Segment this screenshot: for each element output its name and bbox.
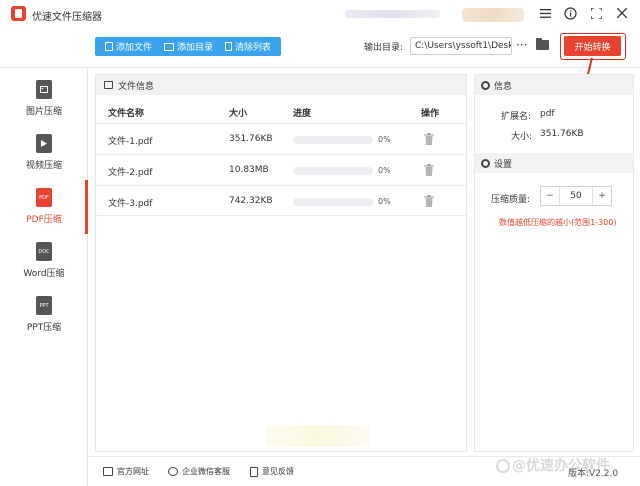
add-folder-label: 添加目录	[177, 43, 214, 53]
file-list-panel: 文件信息 文件名称 大小 进度 操作 文件-1.pdf 351.76KB 0% …	[95, 74, 467, 452]
sidebar-item-image[interactable]: 图片压缩	[0, 72, 88, 126]
panel-title: 文件信息	[118, 81, 155, 92]
output-dir-label: 输出目录:	[364, 43, 404, 53]
file-size: 742.32KB	[229, 196, 273, 206]
website-link[interactable]: 官方网址	[103, 466, 149, 477]
open-folder-icon[interactable]	[536, 38, 549, 50]
column-header-action: 操作	[421, 109, 440, 119]
menu-icon[interactable]	[537, 5, 553, 21]
progress-percent: 0%	[378, 135, 391, 144]
progress-bar	[293, 167, 373, 175]
sidebar-item-word[interactable]: DOC Word压缩	[0, 234, 88, 288]
start-convert-button[interactable]: 开始转换	[564, 36, 621, 56]
clear-list-label: 清除列表	[235, 43, 272, 53]
progress-percent: 0%	[378, 197, 391, 206]
quality-hint: 数值越低压缩的越小(范围1-300)	[499, 218, 617, 227]
progress-bar	[293, 136, 373, 144]
website-label: 官方网址	[117, 467, 149, 476]
trash-icon	[225, 42, 233, 51]
size-label: 大小:	[511, 132, 533, 142]
chat-icon	[168, 467, 178, 476]
watermark-logo-icon	[496, 459, 510, 473]
info-header: 信息	[475, 75, 633, 95]
quality-input[interactable]: 50	[559, 187, 593, 205]
settings-header: 设置	[475, 153, 633, 173]
column-header-size: 大小	[229, 109, 248, 119]
blurred-region	[345, 10, 440, 18]
info-icon[interactable]	[562, 5, 578, 21]
sidebar-item-label: PPT压缩	[26, 323, 62, 333]
feedback-icon	[250, 466, 258, 477]
table-row[interactable]: 文件-2.pdf 10.83MB 0%	[96, 154, 466, 185]
maximize-icon[interactable]	[588, 5, 604, 21]
quality-label: 压缩质量:	[491, 195, 531, 205]
active-indicator	[85, 180, 88, 234]
delete-icon[interactable]	[424, 133, 434, 145]
file-actions-group: 添加文件 添加目录 清除列表	[95, 37, 282, 56]
file-icon	[105, 42, 113, 51]
extension-label: 扩展名:	[501, 112, 532, 122]
blurred-region	[266, 425, 371, 447]
table-row[interactable]: 文件-1.pdf 351.76KB 0%	[96, 123, 466, 154]
clear-list-button[interactable]: 清除列表	[219, 37, 277, 56]
add-file-label: 添加文件	[116, 43, 153, 53]
feedback-link[interactable]: 意见反馈	[250, 466, 294, 477]
wechat-label: 企业微信客服	[182, 467, 230, 476]
app-title: 优速文件压缩器	[32, 12, 102, 23]
more-options-button[interactable]: ···	[516, 38, 527, 52]
gear-icon	[481, 158, 490, 168]
quality-stepper[interactable]: − 50 +	[540, 186, 612, 206]
output-dir-input[interactable]: C:\Users\yssoft1\Deskt	[410, 37, 512, 55]
decrease-button[interactable]: −	[541, 187, 559, 205]
close-icon[interactable]	[614, 5, 630, 21]
blurred-region	[462, 8, 524, 22]
increase-button[interactable]: +	[593, 187, 611, 205]
sidebar-item-video[interactable]: 视频压缩	[0, 126, 88, 180]
image-file-icon	[36, 80, 52, 99]
folder-icon	[164, 42, 175, 51]
add-folder-button[interactable]: 添加目录	[158, 37, 219, 56]
feedback-label: 意见反馈	[262, 467, 294, 476]
pdf-file-icon: PDF	[36, 188, 52, 207]
progress-bar	[293, 198, 373, 206]
sidebar: 图片压缩 视频压缩 PDF PDF压缩 DOC Word压缩 PPT PPT压缩	[0, 68, 88, 486]
progress-percent: 0%	[378, 166, 391, 175]
file-name: 文件-2.pdf	[108, 168, 153, 178]
sidebar-item-label: 视频压缩	[25, 161, 62, 171]
delete-icon[interactable]	[424, 195, 434, 207]
file-size: 10.83MB	[229, 165, 269, 175]
info-title: 信息	[494, 81, 513, 92]
gear-icon	[481, 80, 490, 90]
extension-value: pdf	[540, 109, 555, 119]
file-name: 文件-1.pdf	[108, 137, 153, 147]
delete-icon[interactable]	[424, 164, 434, 176]
column-header-progress: 进度	[293, 109, 312, 119]
file-list-header: 文件信息	[96, 75, 466, 95]
word-file-icon: DOC	[36, 242, 52, 261]
file-size: 351.76KB	[229, 134, 273, 144]
settings-title: 设置	[494, 159, 513, 170]
size-value: 351.76KB	[540, 129, 584, 139]
version-label: 版本:V2.2.0	[568, 469, 619, 479]
sidebar-item-label: Word压缩	[23, 269, 65, 279]
wechat-service-link[interactable]: 企业微信客服	[168, 466, 230, 477]
monitor-icon	[103, 467, 113, 476]
sidebar-item-label: 图片压缩	[25, 107, 62, 117]
sidebar-item-pdf[interactable]: PDF PDF压缩	[0, 180, 88, 234]
table-row[interactable]: 文件-3.pdf 742.32KB 0%	[96, 185, 466, 216]
column-header-name: 文件名称	[108, 109, 145, 119]
app-logo-icon	[11, 6, 26, 21]
sidebar-item-ppt[interactable]: PPT PPT压缩	[0, 288, 88, 342]
ppt-file-icon: PPT	[36, 296, 52, 315]
file-name: 文件-3.pdf	[108, 199, 153, 209]
title-bar: 优速文件压缩器	[0, 0, 640, 28]
add-file-button[interactable]: 添加文件	[99, 37, 158, 56]
image-icon	[104, 81, 113, 89]
info-settings-panel: 信息 扩展名: pdf 大小: 351.76KB 设置 压缩质量:	[474, 74, 634, 452]
video-file-icon	[36, 134, 52, 153]
sidebar-item-label: PDF压缩	[26, 215, 62, 225]
